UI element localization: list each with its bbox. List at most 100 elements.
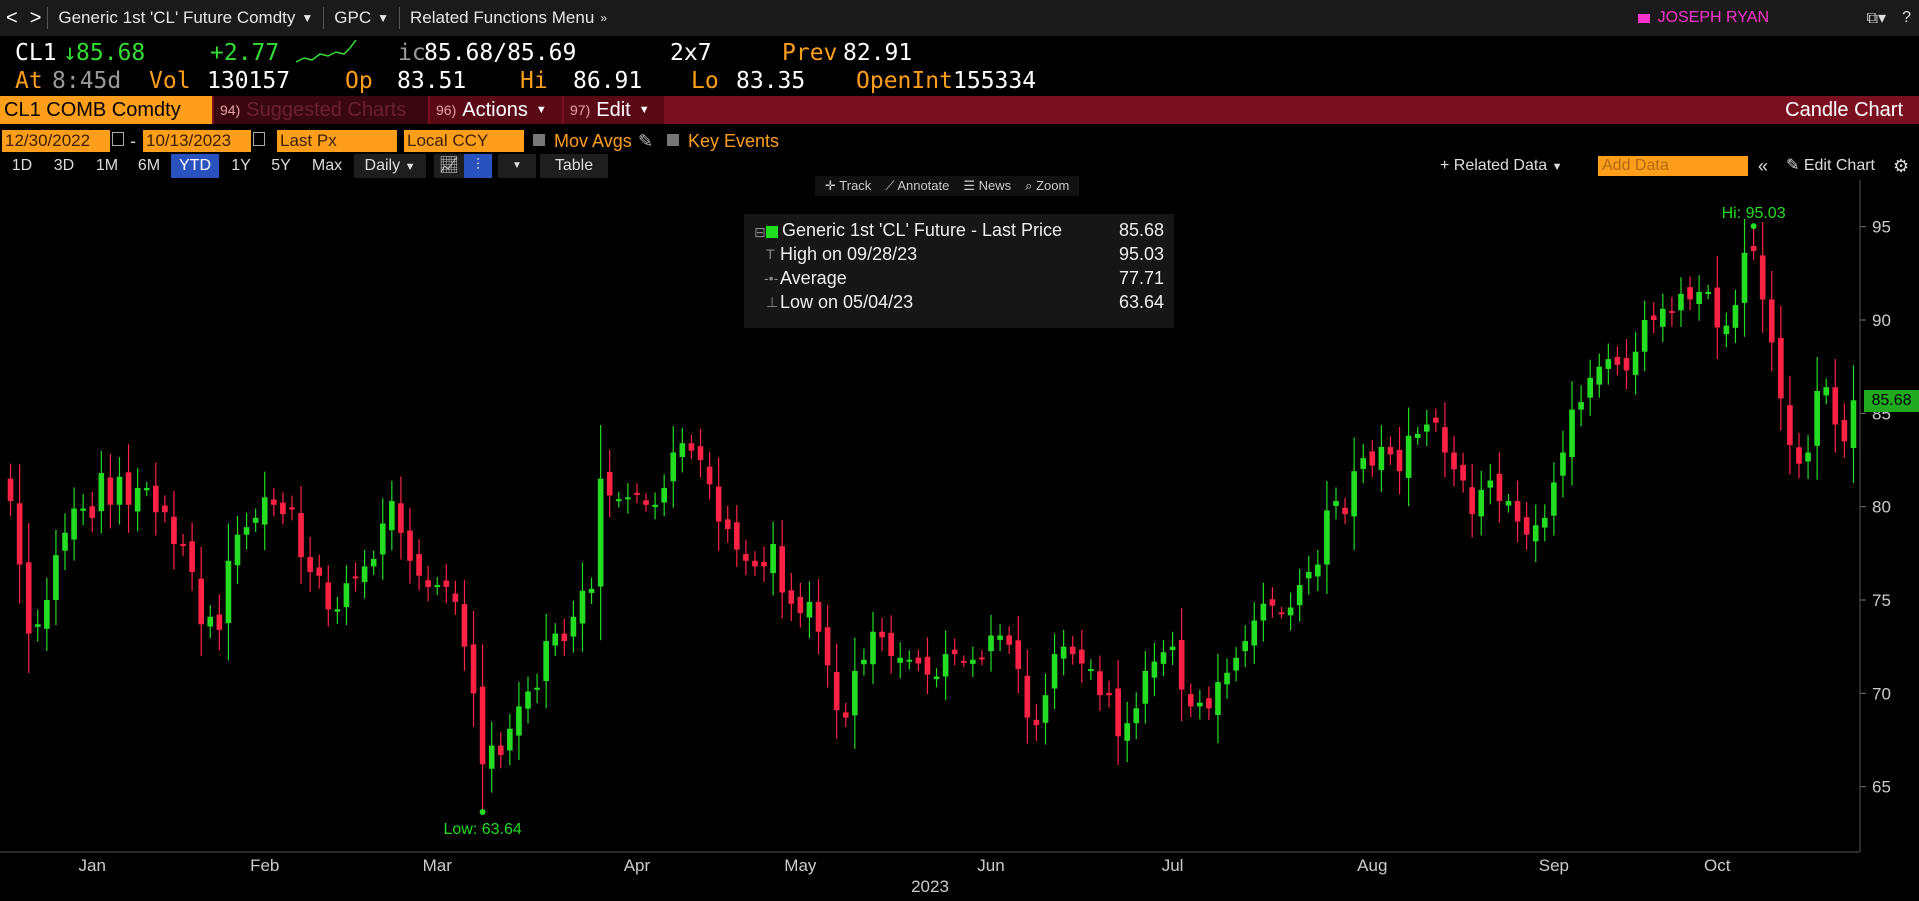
candle-body [80, 508, 86, 511]
candle-body [1796, 447, 1802, 464]
high-marker-icon: T [766, 246, 775, 262]
low-annotation: Low: 63.64 [443, 821, 521, 838]
candle-body [1514, 501, 1521, 522]
candle-body [1587, 377, 1594, 398]
candle-chart[interactable]: 65707580859095Jan Feb Mar Apr May Jun Jul Aug Se… [0, 0, 1919, 901]
candle-body [561, 633, 568, 642]
candle-body [1233, 657, 1239, 671]
collapse-legend-icon[interactable]: ⊟ [754, 224, 766, 241]
candle-body [997, 635, 1003, 640]
candle-body [452, 593, 459, 602]
candle-body [1841, 420, 1848, 442]
candle-body [343, 583, 350, 608]
candle-body [534, 687, 540, 690]
candle-body [1042, 695, 1049, 723]
candle-body [1414, 433, 1421, 438]
legend-series-value: 85.68 [1118, 220, 1164, 240]
candle-body [1178, 639, 1185, 690]
candle-body [1278, 612, 1285, 615]
candle-body [1532, 525, 1539, 542]
candle-body [1387, 446, 1394, 455]
candle-body [1541, 517, 1548, 528]
average-marker-icon: -•- [764, 270, 779, 286]
candle-body [488, 745, 495, 769]
candle-body [597, 478, 604, 587]
x-tick-label: May [784, 856, 817, 875]
candle-body [234, 534, 241, 566]
candle-body [715, 486, 722, 522]
candle-body [1106, 692, 1112, 696]
candle-body [116, 476, 123, 505]
candle-body [425, 580, 431, 587]
candle-body [1478, 489, 1485, 517]
candle-body [1505, 501, 1512, 506]
candle-body [34, 624, 41, 627]
candle-body [507, 728, 513, 751]
y-tick-label: 75 [1872, 591, 1891, 610]
y-tick-label: 90 [1872, 311, 1891, 330]
candle-body [1678, 293, 1684, 311]
candle-body [207, 616, 214, 627]
candle-body [1260, 603, 1267, 621]
candle-body [1315, 564, 1321, 577]
candle-body [1823, 387, 1830, 396]
candle-body [788, 590, 795, 604]
x-tick-label: Sep [1539, 856, 1569, 875]
x-tick-label: Apr [624, 856, 651, 875]
candle-body [1196, 702, 1203, 707]
x-tick-label: Jan [79, 856, 106, 875]
candle-body [970, 659, 976, 664]
candle-body [107, 477, 114, 505]
candle-body [1705, 292, 1712, 294]
chart-legend[interactable]: ⊟ Generic 1st 'CL' Future - Last Price 8… [744, 214, 1174, 328]
candle-body [652, 504, 658, 508]
candle-body [552, 633, 559, 646]
candle-body [334, 609, 341, 612]
candle-body [1206, 698, 1212, 709]
candle-body [570, 616, 577, 637]
candle-body [379, 523, 386, 555]
candle-body [1097, 671, 1103, 696]
high-marker [1750, 223, 1757, 230]
candle-body [870, 631, 876, 665]
candle-body [915, 657, 922, 664]
candle-body [797, 597, 804, 614]
candle-body [1768, 299, 1775, 343]
candle-body [861, 659, 867, 665]
candle-body [1787, 405, 1793, 446]
candle-body [1659, 308, 1666, 327]
candle-body [1060, 646, 1067, 659]
candle-body [1405, 435, 1412, 478]
candle-body [625, 497, 631, 500]
series-color-swatch [766, 226, 778, 238]
candle-body [1342, 507, 1348, 515]
candle-body [543, 641, 549, 682]
legend-series-name: Generic 1st 'CL' Future - Last Price [782, 220, 1062, 240]
candle-body [852, 670, 858, 716]
candle-body [1088, 669, 1094, 672]
candle-body [7, 478, 14, 502]
candle-body [1324, 510, 1330, 565]
candle-body [1133, 708, 1140, 724]
candle-body [960, 660, 967, 663]
candle-body [724, 519, 731, 530]
x-axis-year-label: 2023 [911, 877, 949, 896]
candle-body [1151, 661, 1158, 678]
candle-body [1569, 409, 1575, 458]
candle-body [942, 654, 949, 677]
candle-body [588, 588, 595, 593]
candle-body [461, 604, 468, 647]
x-tick-label: Aug [1357, 856, 1387, 875]
candle-body [824, 627, 831, 666]
candle-body [53, 555, 59, 600]
candle-body [71, 508, 77, 540]
candle-body [316, 567, 323, 576]
legend-high-label: High on 09/28/23 [780, 244, 918, 264]
candle-body [697, 446, 704, 460]
y-tick-label: 95 [1872, 218, 1891, 237]
candle-body [325, 582, 332, 610]
candle-body [180, 544, 186, 546]
candle-body [370, 558, 377, 567]
candle-body [688, 443, 695, 451]
last-price-tag: 85.68 [1864, 389, 1919, 412]
